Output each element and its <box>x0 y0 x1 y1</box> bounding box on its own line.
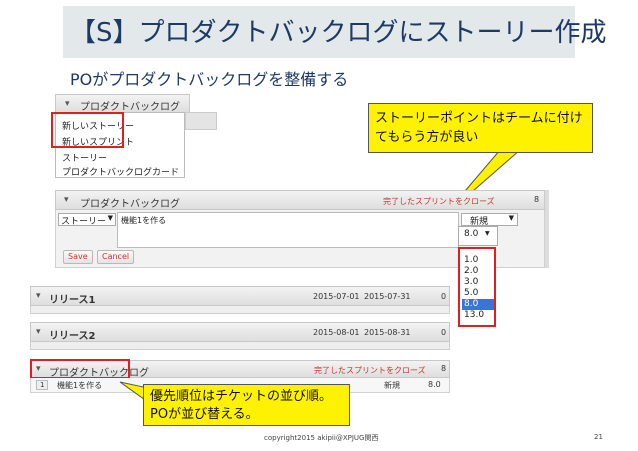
menu-item-backlog-card[interactable]: プロダクトバックログカード <box>62 165 179 178</box>
panel-strip <box>185 112 217 130</box>
new-items-highlight <box>51 112 124 148</box>
point-option[interactable]: 5.0 <box>464 288 478 299</box>
cancel-button[interactable]: Cancel <box>97 250 135 264</box>
release-start: 2015-08-01 <box>313 328 360 337</box>
chevron-down-icon: ▾ <box>64 195 69 205</box>
status-select[interactable]: 新規 ▼ <box>461 213 518 227</box>
release-name: リリース2 <box>49 331 96 342</box>
point-option[interactable]: 3.0 <box>464 277 478 288</box>
edit-panel-count: 8 <box>534 195 540 204</box>
release-end: 2015-08-31 <box>364 328 411 337</box>
release-count: 0 <box>441 328 447 337</box>
slide-subtitle: POがプロダクトバックログを整備する <box>70 70 349 89</box>
edit-panel-title: プロダクトバックログ <box>80 199 180 210</box>
backlog-row-points: 8.0 <box>428 380 441 389</box>
point-option[interactable]: 13.0 <box>464 310 484 321</box>
release-end: 2015-07-31 <box>364 292 411 301</box>
subject-input-value: 機能1を作る <box>121 216 167 225</box>
page-number: 21 <box>594 433 603 441</box>
points-select-value: 8.0 <box>464 229 479 239</box>
menu-panel-header[interactable]: ▾ プロダクトバックログ <box>55 94 190 113</box>
release-panel-1[interactable]: ▾ リリース1 2015-07-01 2015-07-31 0 <box>30 286 450 306</box>
release-panel-2[interactable]: ▾ リリース2 2015-08-01 2015-08-31 0 <box>30 322 450 342</box>
callout-priority: 優先順位はチケットの並び順。POが並び替える。 <box>143 384 350 426</box>
dropdown-arrow-icon: ▼ <box>485 230 490 237</box>
release-panel-1-body <box>30 306 450 314</box>
points-option-list: 1.0 2.0 3.0 5.0 8.0 13.0 <box>458 247 496 327</box>
copyright-footer: copyright2015 akipii@XPJUG関西 <box>264 434 379 442</box>
edit-panel-side <box>545 190 549 268</box>
menu-item-story[interactable]: ストーリー <box>62 151 107 164</box>
chevron-down-icon: ▾ <box>36 327 41 337</box>
release-name: リリース1 <box>49 295 96 306</box>
dropdown-arrow-icon: ▼ <box>508 214 514 222</box>
dropdown-arrow-icon: ▼ <box>107 214 113 222</box>
backlog-row-subject: 機能1を作る <box>57 381 103 390</box>
release-count: 0 <box>441 292 447 301</box>
points-select[interactable]: 8.0 ▼ <box>458 226 498 246</box>
backlog-panel-count: 8 <box>441 364 447 373</box>
chevron-down-icon: ▾ <box>65 99 70 109</box>
point-option[interactable]: 2.0 <box>464 266 478 277</box>
menu-panel-title: プロダクトバックログ <box>80 102 180 113</box>
backlog-header-highlight <box>30 359 130 379</box>
point-option-selected[interactable]: 8.0 <box>462 299 494 310</box>
chevron-down-icon: ▾ <box>36 291 41 301</box>
save-button[interactable]: Save <box>63 250 93 264</box>
release-panel-2-body <box>30 342 450 350</box>
close-sprint-link[interactable]: 完了したスプリントをクローズ <box>383 196 495 207</box>
close-sprint-link[interactable]: 完了したスプリントをクローズ <box>314 365 426 376</box>
callout-story-point: ストーリーポイントはチームに付けてもらう方が良い <box>368 103 593 153</box>
point-option[interactable]: 1.0 <box>464 255 478 266</box>
edit-panel-header[interactable]: ▾ プロダクトバックログ 完了したスプリントをクローズ 8 <box>55 190 545 210</box>
subject-input[interactable]: 機能1を作る <box>117 212 459 248</box>
backlog-row-status: 新規 <box>384 381 400 390</box>
callout-priority-text: 優先順位はチケットの並び順。POが並び替える。 <box>150 389 333 422</box>
tracker-select[interactable]: ストーリー ▼ <box>58 213 116 227</box>
callout-story-point-text: ストーリーポイントはチームに付けてもらう方が良い <box>375 111 583 145</box>
slide-title: 【S】プロダクトバックログにストーリー作成 <box>70 18 607 48</box>
backlog-row-id: 1 <box>36 380 49 390</box>
release-start: 2015-07-01 <box>313 292 360 301</box>
